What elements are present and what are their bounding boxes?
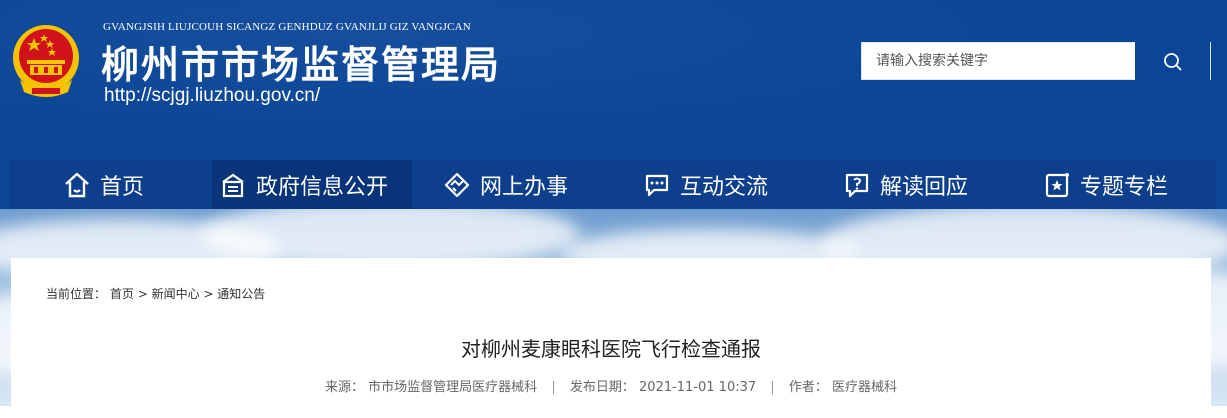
breadcrumb-separator: >	[137, 287, 152, 301]
chat-icon	[645, 174, 669, 196]
nav-item-interpretation[interactable]: 解读回应	[842, 160, 968, 209]
breadcrumb-separator: >	[203, 287, 218, 301]
date-label: 发布日期：	[569, 380, 635, 395]
star-note-icon	[1045, 172, 1069, 197]
search-input[interactable]	[862, 43, 1136, 79]
nav-item-interaction[interactable]: 互动交流	[642, 160, 768, 209]
home-icon	[65, 172, 89, 197]
nav-label-gov-info: 政府信息公开	[256, 174, 389, 200]
search-icon	[1164, 53, 1182, 71]
breadcrumb: 当前位置： 首页 > 新闻中心 > 通知公告	[46, 285, 265, 302]
national-emblem-icon	[13, 25, 79, 97]
source-value: 市市场监督管理局医疗器械科	[368, 380, 538, 395]
source-label: 来源：	[325, 380, 365, 395]
article-panel: 当前位置： 首页 > 新闻中心 > 通知公告 对柳州麦康眼科医院飞行检查通报 来…	[11, 258, 1211, 418]
site-title-pinyin: GVANGJSIH LIUJCOUH SICANGZ GENHDUZ GVANJ…	[103, 21, 471, 33]
breadcrumb-home[interactable]: 首页	[110, 287, 134, 301]
breadcrumb-notices[interactable]: 通知公告	[217, 287, 265, 301]
article-meta: 来源： 市市场监督管理局医疗器械科 | 发布日期： 2021-11-01 10:…	[11, 376, 1211, 395]
search-box	[861, 42, 1211, 80]
main-nav-bar: 首页 政府信息公开 网上办事 互动交流 解读回应 专题专栏	[10, 160, 1217, 209]
main-nav: 首页 政府信息公开 网上办事 互动交流 解读回应 专题专栏	[0, 160, 1227, 209]
nav-item-gov-info[interactable]: 政府信息公开	[212, 160, 412, 209]
nav-label-interpretation: 解读回应	[880, 174, 969, 200]
search-button[interactable]	[1134, 42, 1210, 80]
site-header: GVANGJSIH LIUJCOUH SICANGZ GENHDUZ GVANJ…	[0, 0, 1227, 160]
date-value: 2021-11-01 10:37	[639, 380, 757, 395]
author-label: 作者：	[788, 380, 828, 395]
meta-divider: |	[770, 380, 775, 395]
article-title: 对柳州麦康眼科医院飞行检查通报	[461, 337, 761, 361]
question-chat-icon	[845, 173, 869, 197]
info-disclosure-icon	[222, 173, 244, 197]
nav-label-online-service: 网上办事	[480, 174, 569, 200]
author-value: 医疗器械科	[831, 380, 897, 395]
breadcrumb-news-center[interactable]: 新闻中心	[152, 287, 200, 301]
nav-label-special-topics: 专题专栏	[1080, 174, 1169, 200]
meta-divider: |	[551, 380, 556, 395]
site-title[interactable]: 柳州市市场监督管理局	[101, 34, 501, 89]
nav-item-home[interactable]: 首页	[62, 160, 144, 209]
nav-label-home: 首页	[100, 174, 145, 200]
nav-item-online-service[interactable]: 网上办事	[442, 160, 568, 209]
site-url[interactable]: http://scjgj.liuzhou.gov.cn/	[104, 85, 320, 107]
nav-item-special-topics[interactable]: 专题专栏	[1042, 160, 1168, 209]
breadcrumb-prefix: 当前位置：	[46, 287, 107, 301]
nav-label-interaction: 互动交流	[680, 174, 769, 200]
handshake-icon	[444, 172, 470, 197]
